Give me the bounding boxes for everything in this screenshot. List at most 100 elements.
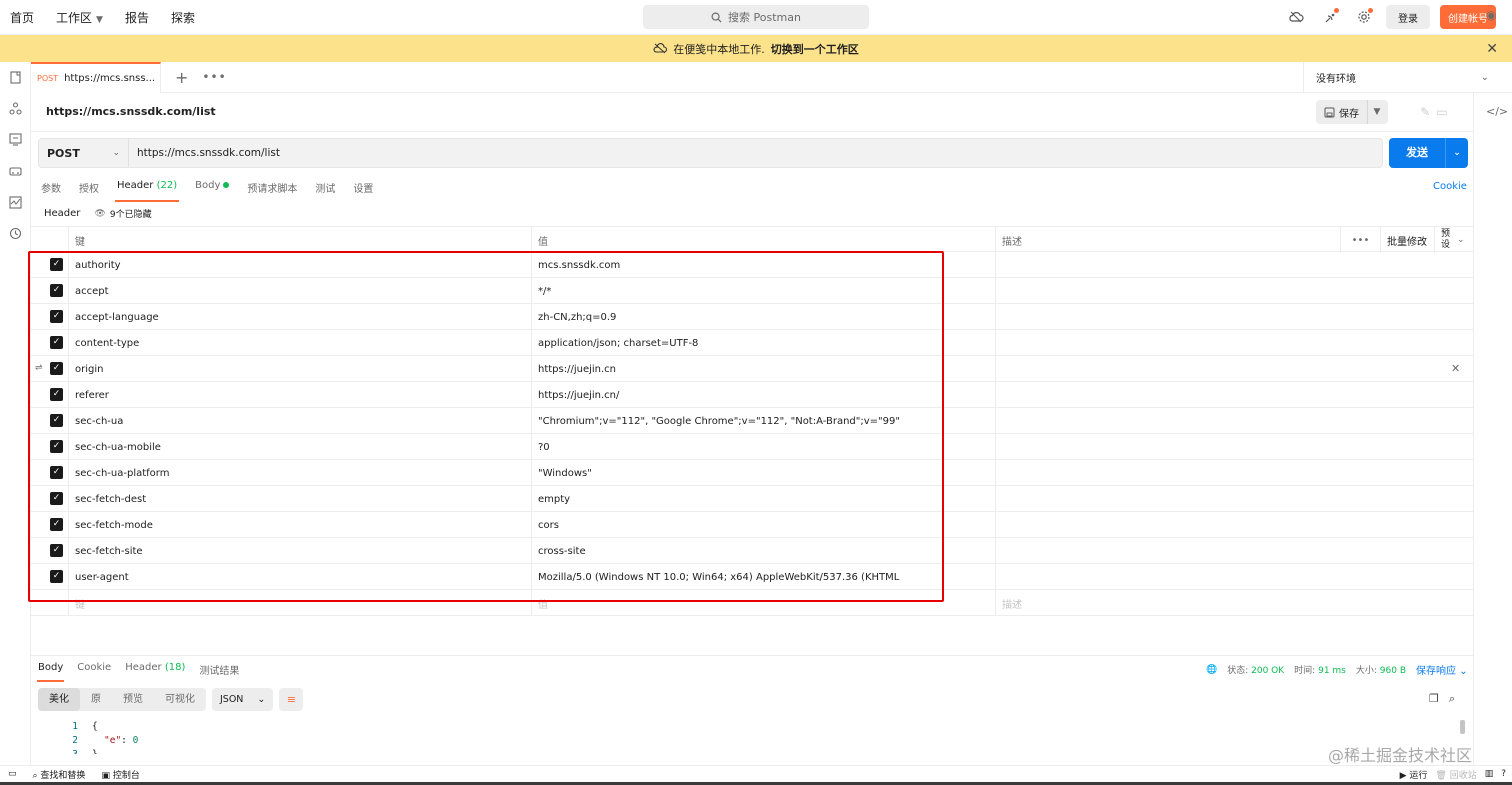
header-value[interactable]: zh-CN,zh;q=0.9 <box>531 304 995 330</box>
header-description[interactable] <box>995 252 1473 278</box>
monitors-icon[interactable] <box>8 195 23 210</box>
save-response-button[interactable]: 保存响应 ⌄ <box>1416 662 1468 677</box>
bulk-edit-button[interactable]: 批量修改 <box>1380 227 1434 253</box>
view-pretty[interactable]: 美化 <box>38 688 80 711</box>
request-tab[interactable]: POST https://mcs.snss... <box>31 61 161 93</box>
header-description[interactable] <box>995 434 1473 460</box>
header-key[interactable]: content-type <box>68 330 531 356</box>
send-dropdown-icon[interactable]: ⌄ <box>1446 148 1468 158</box>
header-description[interactable] <box>995 382 1473 408</box>
header-value[interactable]: cross-site <box>531 538 995 564</box>
request-name[interactable]: https://mcs.snssdk.com/list <box>46 105 216 118</box>
header-description[interactable] <box>995 408 1473 434</box>
row-checkbox[interactable]: ✓ <box>50 388 63 401</box>
mock-servers-icon[interactable] <box>8 164 23 179</box>
toggle-sidebar-icon[interactable]: ▭ <box>8 769 17 779</box>
view-preview[interactable]: 预览 <box>112 688 154 711</box>
tab-headers[interactable]: Header (22) <box>114 180 180 202</box>
view-raw[interactable]: 原 <box>80 688 112 711</box>
environment-select[interactable]: 没有环境 ⌄ <box>1303 62 1503 93</box>
more-options-icon[interactable]: ••• <box>202 70 226 84</box>
tab-prerequest[interactable]: 预请求脚本 <box>247 180 297 200</box>
url-input[interactable]: https://mcs.snssdk.com/list <box>129 139 1382 167</box>
header-description[interactable] <box>995 564 1473 590</box>
header-key[interactable]: sec-fetch-site <box>68 538 531 564</box>
resp-tab-cookie[interactable]: Cookie <box>77 662 111 677</box>
satellite-icon[interactable] <box>1318 5 1342 29</box>
search-input[interactable]: 搜索 Postman <box>643 5 869 29</box>
nav-reports[interactable]: 报告 <box>125 9 149 26</box>
header-key[interactable]: sec-ch-ua <box>68 408 531 434</box>
row-checkbox[interactable]: ✓ <box>50 466 63 479</box>
collections-icon[interactable] <box>8 70 23 85</box>
header-description[interactable] <box>995 486 1473 512</box>
header-value[interactable]: empty <box>531 486 995 512</box>
tab-tests[interactable]: 测试 <box>315 180 335 200</box>
row-checkbox[interactable]: ✓ <box>50 440 63 453</box>
header-description[interactable] <box>995 512 1473 538</box>
header-key[interactable]: sec-ch-ua-platform <box>68 460 531 486</box>
resp-tab-headers[interactable]: Header (18) <box>125 662 185 677</box>
close-icon[interactable]: ✕ <box>1486 41 1498 57</box>
header-key[interactable]: sec-fetch-dest <box>68 486 531 512</box>
save-dropdown-icon[interactable]: ▼ <box>1368 107 1386 117</box>
save-button[interactable]: 保存 <box>1316 100 1368 124</box>
header-key[interactable]: sec-fetch-mode <box>68 512 531 538</box>
nav-workspace[interactable]: 工作区 ▼ <box>56 9 103 26</box>
apis-icon[interactable] <box>8 101 23 116</box>
header-description[interactable] <box>995 356 1473 382</box>
header-value[interactable]: mcs.snssdk.com <box>531 252 995 278</box>
copy-icon[interactable]: ❐ <box>1429 692 1439 706</box>
eye-icon[interactable]: ◉ <box>1486 8 1496 22</box>
drag-handle-icon[interactable]: ⇌ <box>35 363 43 373</box>
tab-auth[interactable]: 授权 <box>79 180 99 200</box>
header-key[interactable]: accept <box>68 278 531 304</box>
header-key[interactable]: authority <box>68 252 531 278</box>
trash-button[interactable]: 🗑 回收站 <box>1435 768 1476 781</box>
row-checkbox[interactable]: ✓ <box>50 518 63 531</box>
method-select[interactable]: POST ⌄ <box>39 139 129 167</box>
gear-icon[interactable] <box>1352 5 1376 29</box>
header-description[interactable] <box>995 330 1473 356</box>
header-value[interactable]: ?0 <box>531 434 995 460</box>
row-checkbox[interactable]: ✓ <box>50 362 63 375</box>
globe-icon[interactable]: 🌐 <box>1206 665 1217 675</box>
new-tab-plus-icon[interactable]: + <box>175 68 188 87</box>
tab-settings[interactable]: 设置 <box>353 180 373 200</box>
presets-button[interactable]: 预设 ⌄ <box>1434 227 1473 253</box>
wrap-lines-icon[interactable]: ≡ <box>279 688 304 711</box>
header-description[interactable] <box>995 304 1473 330</box>
search-icon[interactable]: ⌕ <box>1449 692 1455 706</box>
new-description-input[interactable]: 描述 <box>995 590 1473 616</box>
row-checkbox[interactable]: ✓ <box>50 310 63 323</box>
header-description[interactable] <box>995 460 1473 486</box>
view-visualize[interactable]: 可视化 <box>154 688 206 711</box>
header-value[interactable]: cors <box>531 512 995 538</box>
new-value-input[interactable]: 值 <box>531 590 995 616</box>
resp-tab-tests[interactable]: 测试结果 <box>199 662 239 677</box>
nav-home[interactable]: 首页 <box>10 9 34 26</box>
more-options-icon[interactable]: ••• <box>1340 227 1380 253</box>
header-key[interactable]: accept-language <box>68 304 531 330</box>
row-checkbox[interactable]: ✓ <box>50 414 63 427</box>
header-value[interactable]: https://juejin.cn <box>531 356 995 382</box>
tab-params[interactable]: 参数 <box>41 180 61 200</box>
hidden-headers-toggle[interactable]: 👁 9个已隐藏 <box>94 207 151 221</box>
switch-workspace-link[interactable]: 切换到一个工作区 <box>771 41 859 57</box>
new-key-input[interactable]: 键 <box>68 590 531 616</box>
header-description[interactable] <box>995 538 1473 564</box>
row-checkbox[interactable]: ✓ <box>50 284 63 297</box>
row-checkbox[interactable]: ✓ <box>50 544 63 557</box>
cloud-icon[interactable] <box>1284 5 1308 29</box>
comment-icon[interactable]: ▭ <box>1436 105 1447 119</box>
header-value[interactable]: "Windows" <box>531 460 995 486</box>
environments-icon[interactable] <box>8 132 23 147</box>
row-checkbox[interactable]: ✓ <box>50 492 63 505</box>
send-button[interactable]: 发送 <box>1389 138 1446 168</box>
header-value[interactable]: "Chromium";v="112", "Google Chrome";v="1… <box>531 408 995 434</box>
tab-body[interactable]: Body <box>195 180 230 200</box>
cookies-link[interactable]: Cookie <box>1433 181 1467 192</box>
header-value[interactable]: https://juejin.cn/ <box>531 382 995 408</box>
header-key[interactable]: referer <box>68 382 531 408</box>
resp-tab-body[interactable]: Body <box>36 662 65 682</box>
